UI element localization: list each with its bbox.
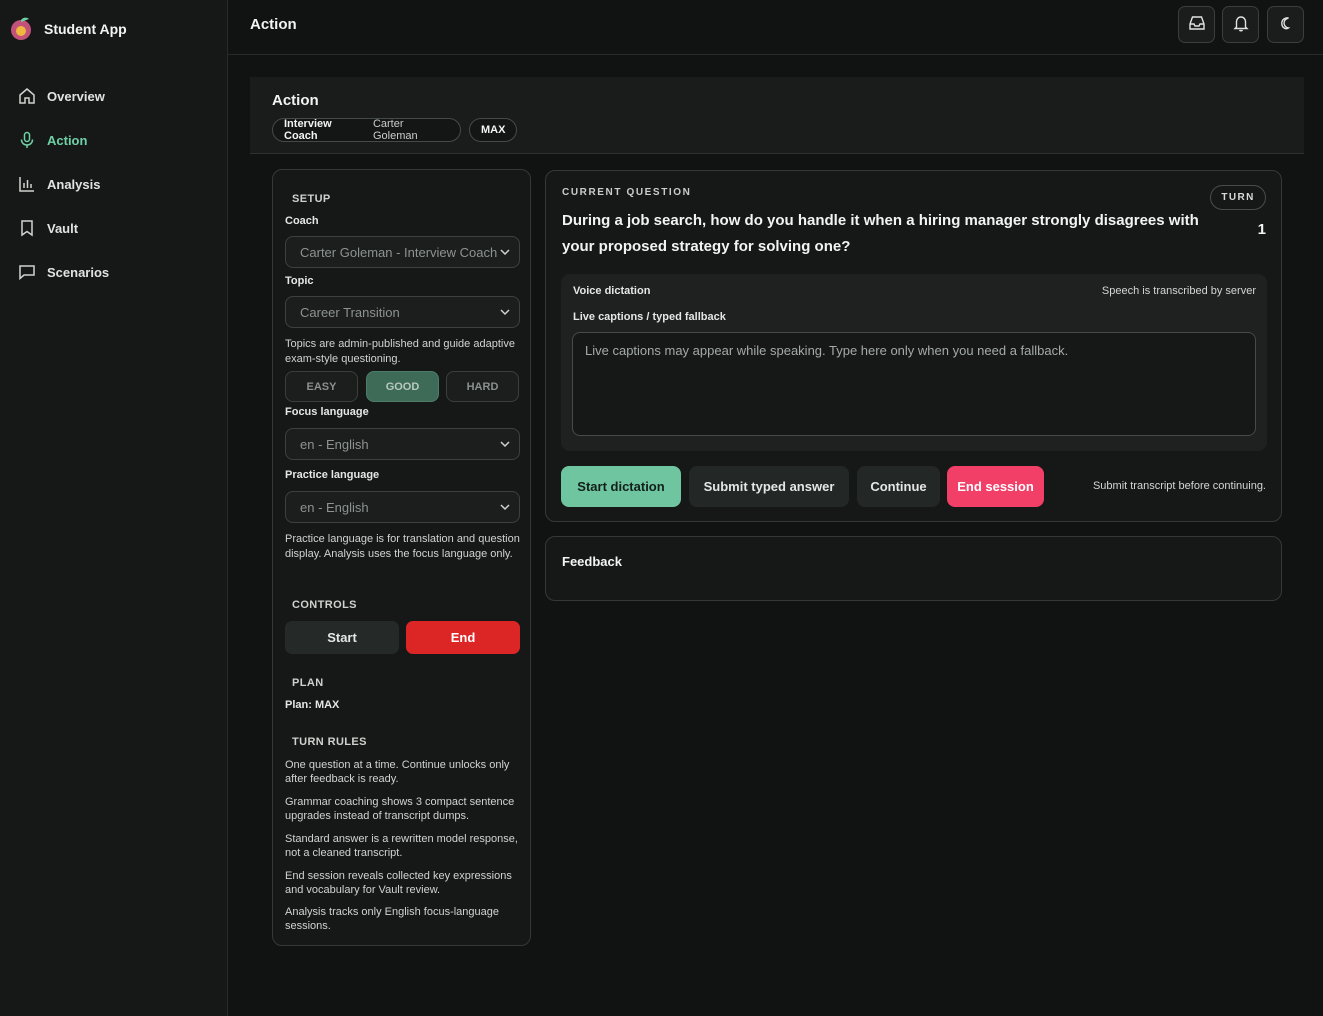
coach-select-value: Carter Goleman - Interview Coach	[300, 244, 498, 260]
question-text: During a job search, how do you handle i…	[562, 212, 1199, 255]
topic-select-value: Career Transition	[300, 304, 400, 320]
bookmark-icon	[16, 217, 38, 239]
coach-chip-label: Interview Coach	[284, 118, 332, 142]
topic-select[interactable]: Career Transition	[285, 296, 520, 328]
difficulty-good-button[interactable]: GOOD	[366, 371, 439, 402]
sidebar: Student App Overview Action Analysis Vau…	[0, 0, 228, 1016]
session-header: Action Interview Coach Carter Goleman MA…	[250, 77, 1304, 154]
bar-chart-icon	[16, 173, 38, 195]
transcription-note: Speech is transcribed by server	[1101, 285, 1256, 297]
microphone-icon	[16, 129, 38, 151]
focus-language-select[interactable]: en - English	[285, 428, 520, 460]
submit-typed-answer-button[interactable]: Submit typed answer	[689, 466, 849, 507]
difficulty-hard-button[interactable]: HARD	[446, 371, 519, 402]
end-session-button[interactable]: End session	[947, 466, 1044, 507]
continue-button[interactable]: Continue	[857, 466, 940, 507]
practice-help-text: Practice language is for translation and…	[285, 533, 520, 560]
chevron-down-icon	[499, 306, 511, 321]
inbox-icon	[1188, 14, 1206, 35]
section-title: Action	[272, 92, 319, 109]
turn-rule: Analysis tracks only English focus-langu…	[285, 906, 500, 932]
coach-chip-name: Carter Goleman	[372, 118, 418, 142]
turn-rule: End session reveals collected key expres…	[285, 870, 512, 896]
brand[interactable]: Student App	[8, 16, 127, 42]
sidebar-item-vault[interactable]: Vault	[16, 206, 216, 250]
topic-help-text: Topics are admin-published and guide ada…	[285, 338, 515, 365]
turn-rules-heading: TURN RULES	[292, 736, 367, 748]
turn-number: 1	[1257, 221, 1266, 238]
turn-rule: Standard answer is a rewritten model res…	[285, 833, 518, 859]
coach-select[interactable]: Carter Goleman - Interview Coach	[285, 236, 520, 268]
topbar: Action	[228, 0, 1323, 55]
captions-label: Live captions / typed fallback	[573, 311, 726, 323]
plan-heading: PLAN	[292, 677, 324, 689]
voice-dictation-panel: Voice dictation Speech is transcribed by…	[561, 274, 1267, 451]
sidebar-item-overview[interactable]: Overview	[16, 74, 216, 118]
sidebar-item-action[interactable]: Action	[16, 118, 216, 162]
sidebar-nav: Overview Action Analysis Vault Scenarios	[16, 74, 216, 294]
start-dictation-button[interactable]: Start dictation	[561, 466, 681, 507]
sidebar-item-label: Overview	[47, 88, 105, 104]
practice-language-label: Practice language	[285, 469, 380, 481]
turn-badge: TURN	[1210, 185, 1266, 210]
chevron-down-icon	[499, 246, 511, 261]
app-title: Student App	[44, 21, 127, 37]
inbox-button[interactable]	[1178, 6, 1215, 43]
current-question-label: CURRENT QUESTION	[562, 187, 692, 198]
turn-rule: Grammar coaching shows 3 compact sentenc…	[285, 796, 515, 822]
turn-rule: One question at a time. Continue unlocks…	[285, 759, 510, 785]
submit-hint: Submit transcript before continuing.	[1092, 480, 1266, 492]
chat-bubble-icon	[16, 261, 38, 283]
focus-language-label: Focus language	[285, 406, 369, 418]
sidebar-item-analysis[interactable]: Analysis	[16, 162, 216, 206]
end-button[interactable]: End	[406, 621, 520, 654]
setup-heading: SETUP	[292, 193, 331, 205]
bell-icon	[1232, 14, 1250, 35]
app-logo-icon	[8, 16, 34, 42]
question-card: CURRENT QUESTION During a job search, ho…	[545, 170, 1282, 522]
topic-label: Topic	[285, 275, 314, 287]
controls-heading: CONTROLS	[292, 599, 357, 611]
coach-label: Coach	[285, 215, 319, 227]
sidebar-item-scenarios[interactable]: Scenarios	[16, 250, 216, 294]
page-title: Action	[250, 16, 297, 33]
notifications-button[interactable]	[1222, 6, 1259, 43]
sidebar-item-label: Vault	[47, 220, 79, 236]
difficulty-easy-button[interactable]: EASY	[285, 371, 358, 402]
start-button[interactable]: Start	[285, 621, 399, 654]
feedback-card: Feedback	[545, 536, 1282, 601]
plan-text: Plan: MAX	[285, 699, 340, 711]
practice-language-value: en - English	[300, 499, 369, 515]
feedback-title: Feedback	[562, 554, 622, 569]
setup-panel: SETUP Coach Carter Goleman - Interview C…	[272, 169, 531, 946]
home-icon	[16, 85, 38, 107]
sidebar-item-label: Analysis	[47, 176, 101, 192]
captions-textarea[interactable]: Live captions may appear while speaking.…	[572, 332, 1256, 436]
plan-chip-label: MAX	[481, 124, 506, 136]
plan-chip: MAX	[469, 118, 518, 142]
chevron-down-icon	[499, 438, 511, 453]
theme-toggle-button[interactable]	[1267, 6, 1304, 43]
chevron-down-icon	[499, 501, 511, 516]
moon-icon	[1278, 15, 1294, 34]
focus-language-value: en - English	[300, 436, 369, 452]
voice-dictation-title: Voice dictation	[573, 285, 651, 297]
sidebar-item-label: Action	[47, 132, 88, 148]
coach-chip: Interview Coach Carter Goleman	[272, 118, 461, 142]
practice-language-select[interactable]: en - English	[285, 491, 520, 523]
sidebar-item-label: Scenarios	[47, 264, 110, 280]
captions-placeholder: Live captions may appear while speaking.…	[585, 343, 1069, 358]
